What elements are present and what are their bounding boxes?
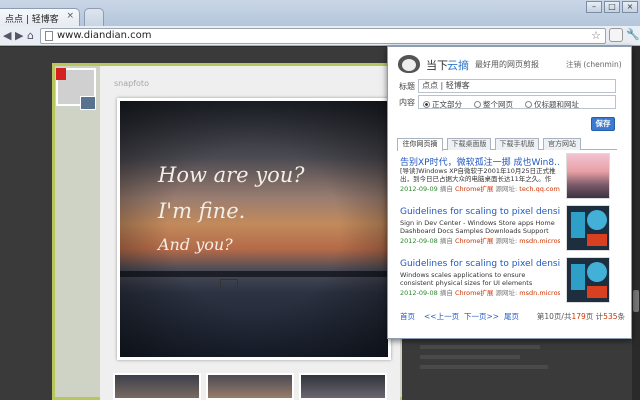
page-status: 第10页/共179页 计535条 [536, 312, 625, 321]
back-icon[interactable]: ◀ [3, 29, 11, 43]
content-label: 内容 [399, 98, 415, 107]
result-snippet: Windows scales applications to ensure co… [400, 271, 533, 287]
browser-tab-active[interactable]: 点点 | 轻博客 × [0, 8, 80, 26]
title-label: 标题 [399, 82, 415, 91]
url-text: www.diandian.com [57, 30, 152, 41]
result-title[interactable]: Guidelines for scaling to pixel density … [400, 207, 560, 217]
title-input[interactable]: 点点 | 轻博客 [418, 79, 616, 93]
brand-slogan: 最好用的网页剪报 [475, 60, 539, 69]
brand-name-part1: 当下 [426, 59, 448, 72]
small-avatar[interactable] [80, 96, 96, 110]
bookmark-star-icon[interactable]: ☆ [591, 29, 601, 42]
clipper-popup: 当下 云摘 最好用的网页剪报 注销 (chenmin) 标题 点点 | 轻博客 … [387, 46, 632, 339]
handwriting-line: I'm fine. [158, 199, 246, 223]
photo-thumbnail[interactable] [299, 373, 387, 400]
sidebar-text-placeholder [420, 345, 550, 375]
dog-logo-icon [396, 53, 422, 75]
home-icon[interactable]: ⌂ [27, 29, 34, 43]
forward-icon[interactable]: ▶ [15, 29, 23, 43]
radio-title-url[interactable]: 仅标题和网址 [525, 99, 579, 110]
clip-result[interactable]: Guidelines for scaling to pixel density … [400, 205, 620, 255]
current-page: 10 [544, 312, 554, 321]
address-bar[interactable]: www.diandian.com ☆ [40, 28, 606, 44]
maximize-button[interactable]: □ [604, 1, 620, 13]
result-title[interactable]: Guidelines for scaling to pixel density … [400, 259, 560, 269]
page-icon [45, 31, 53, 41]
result-source[interactable]: msdn.microso [519, 289, 560, 297]
tab-desktop-download[interactable]: 下载桌面版 [447, 138, 491, 150]
result-thumbnail [566, 257, 610, 303]
photo-thumbnail[interactable] [113, 373, 201, 400]
new-tab-button[interactable] [84, 8, 104, 26]
handwriting-line: And you? [158, 235, 233, 254]
logout-link[interactable]: 注销 (chenmin) [566, 59, 622, 70]
extension-dog-icon[interactable] [609, 28, 623, 42]
browser-titlebar: 点点 | 轻博客 × – □ × [0, 0, 640, 26]
result-source[interactable]: tech.qq.com/a/ [519, 185, 560, 193]
browser-toolbar: ◀ ▶ ⌂ www.diandian.com ☆ 🔧 [0, 26, 640, 46]
radio-whole-page[interactable]: 整个网页 [474, 99, 513, 110]
radio-icon [474, 101, 481, 108]
total-pages: 179 [571, 312, 586, 321]
page-scrollbar[interactable] [632, 47, 640, 400]
content-options: 正文部分 整个网页 仅标题和网址 [418, 95, 616, 109]
close-window-button[interactable]: × [622, 1, 638, 13]
result-meta: 2012-09-08 摘自 Chrome扩展 源网址: msdn.microso [400, 235, 560, 245]
first-page-link[interactable]: 首页 [400, 311, 415, 322]
result-meta: 2012-09-08 摘自 Chrome扩展 源网址: msdn.microso [400, 287, 560, 297]
radio-icon [525, 101, 532, 108]
radio-main-content[interactable]: 正文部分 [423, 99, 462, 110]
total-items: 535 [603, 312, 618, 321]
post-source[interactable]: snapfoto [114, 79, 149, 88]
handwriting-line: How are you? [158, 163, 305, 187]
result-snippet: Sign in Dev Center - Windows Store apps … [400, 219, 555, 235]
result-date: 2012-09-08 [400, 289, 438, 297]
result-source[interactable]: msdn.microso [519, 237, 560, 245]
result-date: 2012-09-08 [400, 237, 438, 245]
result-thumbnail [566, 153, 610, 199]
tab-clips[interactable]: 往你网页摘 [397, 138, 443, 151]
last-page-link[interactable]: 尾页 [504, 311, 519, 322]
post-photo[interactable]: How are you? I'm fine. And you? [117, 98, 391, 360]
tab-official-site[interactable]: 官方网站 [543, 138, 581, 150]
tab-mobile-download[interactable]: 下载手机版 [495, 138, 539, 150]
result-meta: 2012-09-09 摘自 Chrome扩展 源网址: tech.qq.com/… [400, 183, 560, 193]
pagination: 首页 <<上一页 下一页>> 尾页 第10页/共179页 计535条 [400, 311, 625, 323]
wrench-menu-icon[interactable]: 🔧 [626, 28, 640, 41]
result-snippet: [导读]Windows XP自微软于2001年10月25日正式推出，到今日已占据… [400, 167, 556, 183]
result-date: 2012-09-09 [400, 185, 438, 193]
scrollbar-thumb[interactable] [633, 290, 639, 312]
clip-result[interactable]: 告别XP时代，微软孤注一掷 成也Win8... [导读]Windows XP自微… [400, 153, 620, 203]
photo-vignette [120, 101, 388, 357]
bookmark-badge-icon [56, 68, 66, 80]
result-thumbnail [566, 205, 610, 251]
popup-tabs: 往你网页摘 下载桌面版 下载手机版 官方网站 [397, 138, 617, 151]
tab-close-icon[interactable]: × [66, 11, 74, 21]
minimize-button[interactable]: – [586, 1, 602, 13]
next-page-link[interactable]: 下一页>> [464, 311, 499, 322]
window-controls: – □ × [584, 1, 638, 13]
prev-page-link[interactable]: <<上一页 [424, 311, 459, 322]
clip-result[interactable]: Guidelines for scaling to pixel density … [400, 257, 620, 307]
brand-name-part2: 云摘 [447, 59, 469, 72]
save-button[interactable]: 保存 [591, 117, 615, 131]
radio-selected-icon [423, 101, 430, 108]
tab-title: 点点 | 轻博客 [5, 15, 59, 25]
photo-thumbnail[interactable] [206, 373, 294, 400]
